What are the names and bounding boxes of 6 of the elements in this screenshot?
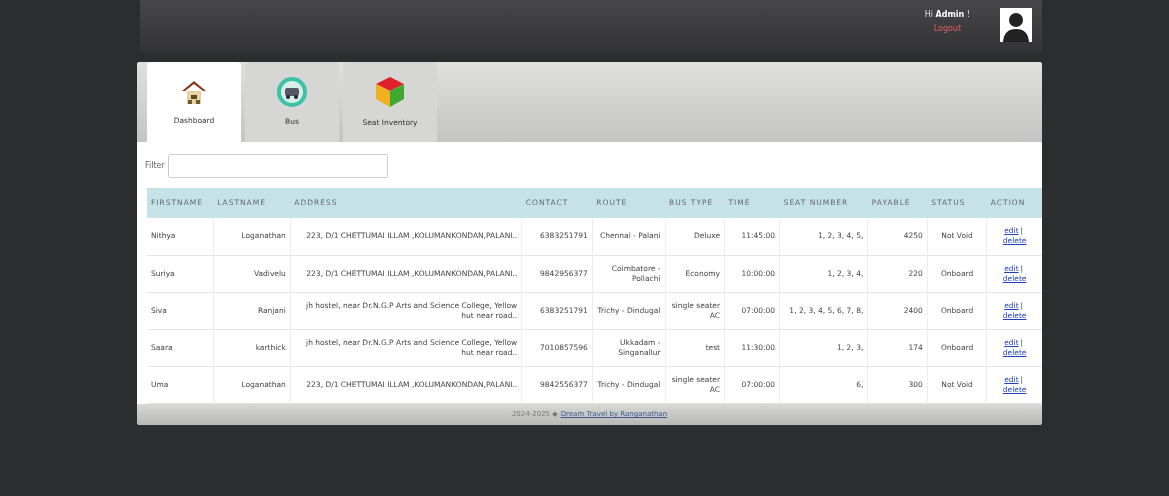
filter-field[interactable] — [167, 154, 388, 178]
filter-label: Filter — [145, 160, 165, 172]
bus-icon — [276, 76, 308, 109]
greeting-text: Hi Admin ! — [924, 9, 970, 21]
cube-icon — [373, 75, 407, 110]
avatar-icon[interactable] — [1000, 8, 1032, 42]
